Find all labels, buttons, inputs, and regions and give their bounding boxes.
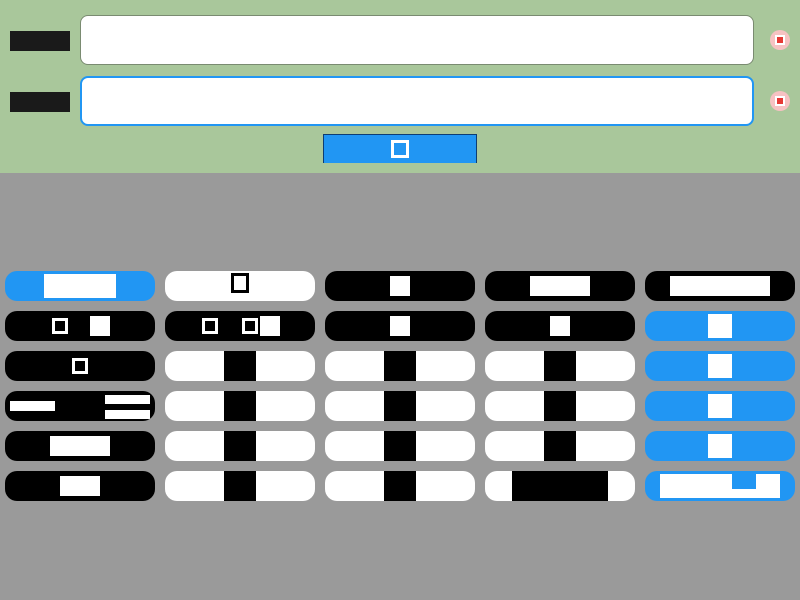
key-r3c2[interactable] [165, 351, 315, 381]
form-area [0, 0, 800, 173]
key-glyph [384, 471, 416, 501]
square-outline-icon [391, 140, 409, 158]
key-r5c1[interactable] [5, 431, 155, 461]
key-glyph [224, 351, 256, 381]
key-glyph [660, 474, 780, 498]
key-glyph [50, 436, 110, 456]
square-outline-icon [52, 318, 68, 334]
key-r6c5[interactable] [645, 471, 795, 501]
key-r3c1[interactable] [5, 351, 155, 381]
key-glyph [105, 410, 150, 419]
key-glyph [708, 434, 732, 458]
submit-button[interactable] [323, 134, 477, 163]
key-glyph [390, 316, 410, 336]
key-glyph [550, 316, 570, 336]
square-outline-icon [72, 358, 88, 374]
key-r4c4[interactable] [485, 391, 635, 421]
field-label-2 [10, 92, 70, 112]
key-glyph [708, 314, 732, 338]
key-r2c2[interactable] [165, 311, 315, 341]
key-r2c1[interactable] [5, 311, 155, 341]
key-glyph [390, 276, 410, 296]
key-glyph [224, 391, 256, 421]
key-r6c2[interactable] [165, 471, 315, 501]
key-r1c5[interactable] [645, 271, 795, 301]
key-glyph [260, 316, 280, 336]
key-glyph [512, 471, 608, 501]
key-r2c4[interactable] [485, 311, 635, 341]
key-glyph [60, 476, 100, 496]
key-r2c3[interactable] [325, 311, 475, 341]
key-r6c4[interactable] [485, 471, 635, 501]
key-r6c3[interactable] [325, 471, 475, 501]
key-glyph [544, 351, 576, 381]
key-glyph [670, 276, 770, 296]
key-r5c4[interactable] [485, 431, 635, 461]
key-r1c3[interactable] [325, 271, 475, 301]
key-glyph [90, 316, 110, 336]
key-r5c2[interactable] [165, 431, 315, 461]
key-glyph [708, 394, 732, 418]
key-glyph [384, 351, 416, 381]
key-r4c3[interactable] [325, 391, 475, 421]
key-r3c5[interactable] [645, 351, 795, 381]
square-outline-icon [242, 318, 258, 334]
key-r1c2[interactable] [165, 271, 315, 301]
key-r3c3[interactable] [325, 351, 475, 381]
square-outline-icon [231, 273, 249, 293]
key-r1c1[interactable] [5, 271, 155, 301]
key-r4c5[interactable] [645, 391, 795, 421]
key-glyph [708, 354, 732, 378]
square-outline-icon [202, 318, 218, 334]
key-r3c4[interactable] [485, 351, 635, 381]
key-r1c4[interactable] [485, 271, 635, 301]
key-r2c5[interactable] [645, 311, 795, 341]
key-glyph [732, 471, 756, 489]
key-r6c1[interactable] [5, 471, 155, 501]
text-field-1[interactable] [80, 15, 754, 65]
key-glyph [530, 276, 590, 296]
key-r5c5[interactable] [645, 431, 795, 461]
keyboard-grid [5, 271, 795, 501]
key-glyph [44, 274, 116, 298]
key-glyph [384, 391, 416, 421]
key-glyph [544, 391, 576, 421]
field-label-1 [10, 31, 70, 51]
key-glyph [10, 401, 55, 411]
key-r4c1[interactable] [5, 391, 155, 421]
key-glyph [384, 431, 416, 461]
key-glyph [224, 431, 256, 461]
key-r4c2[interactable] [165, 391, 315, 421]
key-glyph [544, 431, 576, 461]
text-field-2[interactable] [80, 76, 754, 126]
key-glyph [224, 471, 256, 501]
key-glyph [105, 395, 150, 404]
error-icon-2 [770, 91, 790, 111]
error-icon-1 [770, 30, 790, 50]
key-r5c3[interactable] [325, 431, 475, 461]
